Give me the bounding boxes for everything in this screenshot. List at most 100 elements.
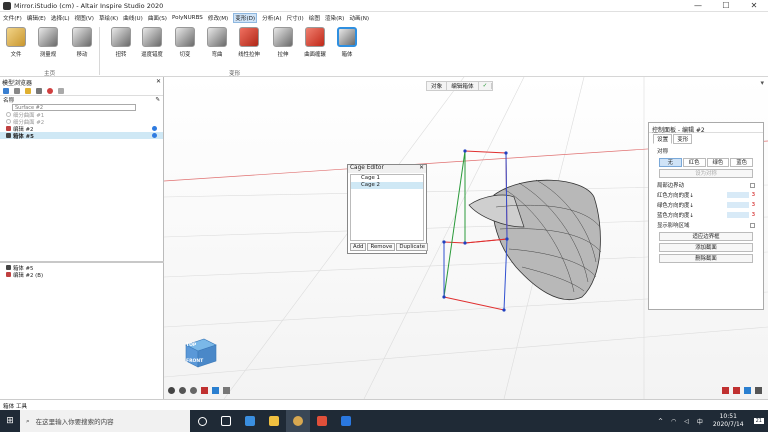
surface-model[interactable] [468, 179, 602, 301]
tool-bend[interactable]: 弯曲 [204, 27, 230, 58]
menu-file[interactable]: 文件(F) [3, 14, 22, 22]
list-item[interactable]: 编辑 #2 (B) [0, 271, 163, 279]
menu-dimension[interactable]: 尺寸(I) [287, 14, 304, 22]
symmetry-blue-button[interactable]: 蓝色 [730, 158, 753, 167]
menu-analysis[interactable]: 分析(A) [262, 14, 281, 22]
object-button[interactable]: 对象 [427, 82, 448, 90]
clock[interactable]: 10:51 2020/7/14 [713, 413, 744, 429]
tab-deform[interactable]: 变形 [673, 134, 693, 144]
pin-icon[interactable]: ✎ [155, 97, 160, 103]
snap-icon[interactable] [722, 387, 729, 394]
menu-select[interactable]: 选择(L) [51, 14, 70, 22]
tool-cage[interactable]: 箱体 [334, 27, 360, 58]
measure-snap-icon[interactable] [755, 387, 762, 394]
explorer-icon[interactable] [262, 410, 286, 432]
tab-settings[interactable]: 设置 [653, 134, 673, 144]
cortana-icon[interactable] [190, 410, 214, 432]
set-symmetry-button[interactable]: 设为对称 [659, 169, 753, 178]
tray-arrow-icon[interactable]: ^ [658, 418, 663, 425]
symmetry-red-button[interactable]: 红色 [682, 158, 706, 167]
blue-degree-field[interactable] [726, 212, 749, 218]
secondary-list: 箱体 #5 编辑 #2 (B) [0, 264, 163, 279]
add-section-button[interactable]: 添加截面 [659, 243, 753, 252]
wifi-icon[interactable]: ◠ [671, 418, 676, 425]
visible-icon[interactable] [152, 126, 157, 131]
filter-icon[interactable] [3, 88, 9, 94]
taskbar-search-input[interactable]: ⌕ 在这里输入你要搜索的内容 [20, 410, 190, 432]
layer-icon[interactable] [14, 88, 20, 94]
fit-icon[interactable] [201, 387, 208, 394]
zoom-icon[interactable] [190, 387, 197, 394]
office-icon[interactable] [310, 410, 334, 432]
maximize-button[interactable]: ☐ [712, 0, 740, 12]
title-bar: Mirror.iStudio (cm) - Altair Inspire Stu… [0, 0, 768, 12]
menu-render[interactable]: 渲染(R) [325, 14, 344, 22]
remove-button[interactable]: Remove [367, 243, 396, 251]
viewport[interactable]: TOP FRONT 对象 编辑箱体 ✓ ▾ Cage Editor ✕ Cage … [164, 77, 768, 399]
edit-cage-button[interactable]: 编辑箱体 [447, 82, 479, 90]
tool-shear[interactable]: 切变 [172, 27, 198, 58]
player-icon[interactable] [334, 410, 358, 432]
panel-close-icon[interactable]: ✕ [156, 78, 161, 86]
tool-measure[interactable]: 测量规 [35, 27, 61, 58]
cage-list-item[interactable]: Cage 2 [351, 182, 423, 189]
app-taskbar-icon[interactable] [238, 410, 262, 432]
menu-edit[interactable]: 编辑(E) [27, 14, 46, 22]
tool-linear-stretch[interactable]: 线性拉伸 [236, 27, 262, 58]
grid-snap-icon[interactable] [733, 387, 740, 394]
menu-drawing[interactable]: 绘图 [309, 14, 320, 22]
menu-surface[interactable]: 曲面(S) [148, 14, 167, 22]
menu-sketch[interactable]: 草绘(K) [99, 14, 118, 22]
close-button[interactable]: ✕ [740, 0, 768, 12]
tool-taper[interactable]: 逼度错度 [139, 27, 165, 58]
local-boundary-checkbox[interactable] [750, 182, 755, 188]
camera-icon[interactable] [36, 88, 42, 94]
cage-list-item[interactable]: Cage 1 [351, 175, 423, 182]
ime-indicator[interactable]: 中 [697, 417, 703, 426]
settings-icon[interactable] [58, 88, 64, 94]
fit-bounding-box-button[interactable]: 适应边界框 [659, 232, 753, 241]
close-icon[interactable]: ✕ [419, 165, 424, 173]
orbit-icon[interactable] [168, 387, 175, 394]
add-button[interactable]: Add [350, 243, 367, 251]
visible-icon[interactable] [152, 133, 157, 138]
confirm-button[interactable]: ✓ [479, 83, 493, 89]
symmetry-green-button[interactable]: 绿色 [706, 158, 730, 167]
task-view-icon[interactable] [214, 410, 238, 432]
axis-icon[interactable] [744, 387, 751, 394]
render-mode-icon[interactable] [223, 387, 230, 394]
show-influence-checkbox[interactable] [750, 222, 755, 228]
inspire-studio-icon[interactable] [286, 410, 310, 432]
menu-animation[interactable]: 动画(N) [349, 14, 369, 22]
symmetry-none-button[interactable]: 无 [659, 158, 682, 167]
green-degree-field[interactable] [726, 202, 749, 208]
twist-icon [111, 27, 131, 47]
view-mode-icon[interactable] [212, 387, 219, 394]
tool-move[interactable]: 移动 [69, 27, 95, 58]
menu-view[interactable]: 视图(V) [75, 14, 94, 22]
menu-curve[interactable]: 曲线(U) [123, 14, 143, 22]
light-icon[interactable] [25, 88, 31, 94]
notification-icon[interactable]: 21 [753, 418, 764, 424]
delete-section-button[interactable]: 删除截面 [659, 254, 753, 263]
tool-file[interactable]: 文件 [3, 27, 29, 58]
windows-start-icon[interactable]: ⊞ [0, 410, 20, 432]
menu-deform[interactable]: 变形(D) [233, 12, 258, 23]
model-browser: 模型浏览器 ✕ 名称 ✎ Surface #2 细分曲面 #1 细分曲面 #2 编辑… [0, 77, 164, 399]
viewport-menu-icon[interactable]: ▾ [760, 79, 764, 87]
viewcube-front-label: FRONT [186, 359, 204, 364]
cage-editor-dialog: Cage Editor ✕ Cage 1 Cage 2 Add Remove Du… [347, 164, 429, 254]
tool-twist[interactable]: 扭转 [108, 27, 134, 58]
tree-item[interactable]: 箱体 #5 [0, 132, 163, 140]
system-tray: ^ ◠ ◁ 中 10:51 2020/7/14 21 [654, 410, 768, 432]
duplicate-button[interactable]: Duplicate [396, 243, 429, 251]
material-icon[interactable] [47, 88, 53, 94]
tool-surface-wrap[interactable]: 曲面缠辗 [302, 27, 328, 58]
volume-icon[interactable]: ◁ [684, 418, 689, 425]
menu-modify[interactable]: 修改(M) [208, 14, 228, 22]
menu-polynurbs[interactable]: PolyNURBS [172, 15, 203, 21]
minimize-button[interactable]: — [684, 0, 712, 12]
tool-stretch[interactable]: 拉伸 [270, 27, 296, 58]
pan-icon[interactable] [179, 387, 186, 394]
red-degree-field[interactable] [726, 192, 749, 198]
